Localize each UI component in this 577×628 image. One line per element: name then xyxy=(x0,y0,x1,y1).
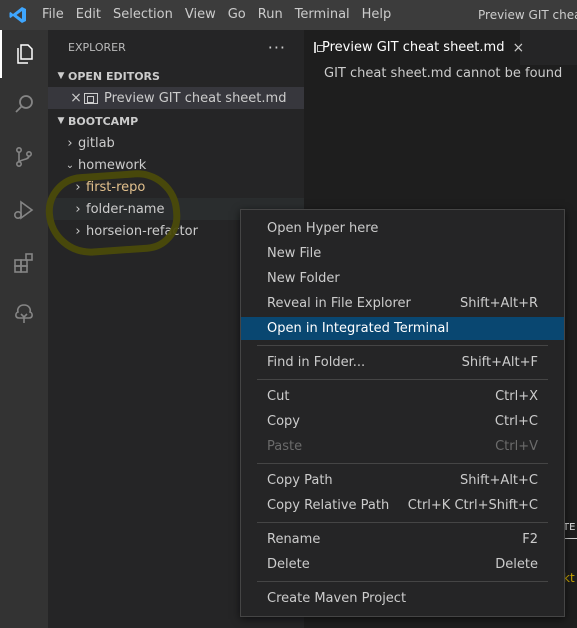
menu-go[interactable]: Go xyxy=(222,0,252,30)
run-debug-icon[interactable] xyxy=(0,186,48,234)
menu-delete[interactable]: Delete Delete xyxy=(241,553,564,576)
workspace-label: BOOTCAMP xyxy=(68,114,139,128)
extensions-icon[interactable] xyxy=(0,239,48,287)
menu-item-label: New File xyxy=(267,246,322,261)
menu-item-label: Reveal in File Explorer xyxy=(267,296,411,311)
menu-reveal-in-file-explorer[interactable]: Reveal in File Explorer Shift+Alt+R xyxy=(241,292,564,315)
menu-open-in-integrated-terminal[interactable]: Open in Integrated Terminal xyxy=(241,317,564,340)
open-editors-section[interactable]: ▼ OPEN EDITORS xyxy=(48,65,304,87)
preview-icon xyxy=(314,42,324,53)
menu-file[interactable]: File xyxy=(36,0,70,30)
tree-item-gitlab[interactable]: › gitlab xyxy=(48,132,304,154)
menu-item-label: Copy Relative Path xyxy=(267,498,390,513)
menu-new-file[interactable]: New File xyxy=(241,242,564,265)
menu-bar: File Edit Selection View Go Run Terminal… xyxy=(36,0,397,30)
source-control-icon[interactable] xyxy=(0,133,48,181)
menu-selection[interactable]: Selection xyxy=(107,0,179,30)
menu-run[interactable]: Run xyxy=(252,0,289,30)
panel-tab-underline xyxy=(563,538,577,539)
menu-item-label: New Folder xyxy=(267,271,340,286)
menu-help[interactable]: Help xyxy=(356,0,398,30)
close-icon[interactable]: × xyxy=(512,40,524,56)
chevron-right-icon: › xyxy=(67,135,73,151)
vscode-logo-icon xyxy=(0,0,36,30)
menu-item-label: Cut xyxy=(267,389,290,404)
chevron-down-icon: ⌄ xyxy=(65,159,75,171)
menu-terminal[interactable]: Terminal xyxy=(289,0,356,30)
title-bar: File Edit Selection View Go Run Terminal… xyxy=(0,0,577,30)
tree-item-label: gitlab xyxy=(78,135,115,151)
menu-separator xyxy=(257,379,548,380)
chevron-down-icon: ▼ xyxy=(57,71,65,81)
menu-item-label: Copy Path xyxy=(267,473,333,488)
menu-item-shortcut: Shift+Alt+F xyxy=(461,355,538,370)
search-icon[interactable] xyxy=(0,80,48,128)
explorer-header: EXPLORER ··· xyxy=(48,30,304,65)
explorer-title: EXPLORER xyxy=(68,41,126,54)
menu-rename[interactable]: Rename F2 xyxy=(241,528,564,551)
menu-item-label: Copy xyxy=(267,414,300,429)
menu-item-shortcut: Shift+Alt+C xyxy=(459,473,538,488)
tree-item-homework[interactable]: ⌄ homework xyxy=(48,154,304,176)
window-title: Preview GIT cheat s xyxy=(478,8,577,22)
preview-icon xyxy=(84,92,98,104)
menu-copy[interactable]: Copy Ctrl+C xyxy=(241,410,564,433)
menu-item-shortcut: Ctrl+V xyxy=(495,439,538,454)
menu-cut[interactable]: Cut Ctrl+X xyxy=(241,385,564,408)
highlight-annotation xyxy=(43,167,183,259)
menu-item-label: Open in Integrated Terminal xyxy=(267,321,449,336)
tab-preview[interactable]: Preview GIT cheat sheet.md × xyxy=(304,30,524,65)
menu-find-in-folder[interactable]: Find in Folder... Shift+Alt+F xyxy=(241,351,564,374)
remote-tree-icon[interactable] xyxy=(0,290,48,338)
open-editor-label: Preview GIT cheat sheet.md xyxy=(104,90,287,106)
menu-new-folder[interactable]: New Folder xyxy=(241,267,564,290)
menu-open-hyper-here[interactable]: Open Hyper here xyxy=(241,217,564,240)
close-icon[interactable]: × xyxy=(68,90,84,106)
menu-item-shortcut: Ctrl+X xyxy=(495,389,538,404)
menu-item-label: Rename xyxy=(267,532,321,547)
editor-tab-bar: Preview GIT cheat sheet.md × xyxy=(304,30,577,65)
open-editors-label: OPEN EDITORS xyxy=(68,69,160,83)
menu-item-label: Paste xyxy=(267,439,303,454)
menu-separator xyxy=(257,581,548,582)
context-menu: Open Hyper here New File New Folder Reve… xyxy=(240,209,565,617)
menu-paste: Paste Ctrl+V xyxy=(241,435,564,458)
menu-item-shortcut: Ctrl+C xyxy=(494,414,538,429)
menu-item-shortcut: Delete xyxy=(495,557,538,572)
menu-view[interactable]: View xyxy=(179,0,222,30)
editor-message: GIT cheat sheet.md cannot be found xyxy=(324,66,563,81)
activity-bar xyxy=(0,30,48,628)
menu-item-label: Find in Folder... xyxy=(267,355,366,370)
menu-separator xyxy=(257,345,548,346)
menu-item-shortcut: Shift+Alt+R xyxy=(460,296,538,311)
open-editor-item[interactable]: × Preview GIT cheat sheet.md xyxy=(48,87,304,109)
menu-create-maven-project[interactable]: Create Maven Project xyxy=(241,587,564,610)
menu-separator xyxy=(257,522,548,523)
tab-label: Preview GIT cheat sheet.md xyxy=(322,40,505,55)
menu-item-label: Open Hyper here xyxy=(267,221,379,236)
menu-edit[interactable]: Edit xyxy=(70,0,107,30)
chevron-down-icon: ▼ xyxy=(57,116,65,126)
menu-item-label: Delete xyxy=(267,557,310,572)
menu-copy-relative-path[interactable]: Copy Relative Path Ctrl+K Ctrl+Shift+C xyxy=(241,494,564,517)
menu-item-shortcut: Ctrl+K Ctrl+Shift+C xyxy=(407,498,538,513)
menu-copy-path[interactable]: Copy Path Shift+Alt+C xyxy=(241,469,564,492)
more-actions-icon[interactable]: ··· xyxy=(268,38,286,57)
menu-item-label: Create Maven Project xyxy=(267,591,407,606)
explorer-icon[interactable] xyxy=(0,30,48,78)
workspace-section[interactable]: ▼ BOOTCAMP xyxy=(48,110,304,132)
menu-separator xyxy=(257,463,548,464)
menu-item-shortcut: F2 xyxy=(522,532,538,547)
